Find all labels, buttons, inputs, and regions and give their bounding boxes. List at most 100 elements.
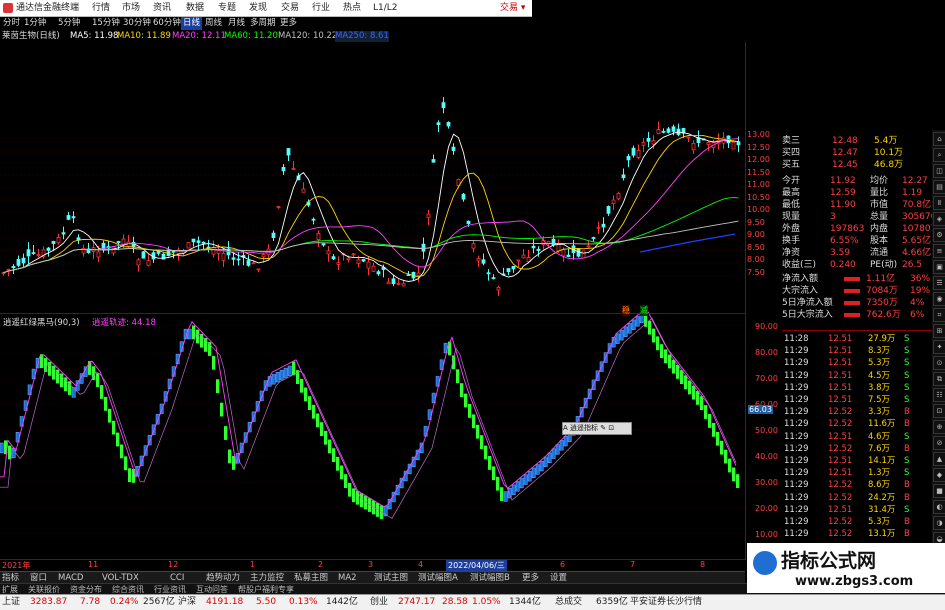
- tick-time: 11:29: [784, 358, 809, 369]
- side-tool-icon[interactable]: ■: [933, 484, 945, 498]
- side-tool-icon[interactable]: Ⅱ: [933, 196, 945, 210]
- menu-item-topics[interactable]: 专题: [218, 0, 236, 16]
- tick-price: 12.51: [828, 334, 853, 344]
- side-tool-icon[interactable]: ☰: [933, 276, 945, 290]
- side-tool-icon[interactable]: ▤: [933, 180, 945, 194]
- menu-item-hotspot[interactable]: 热点: [343, 0, 361, 16]
- side-tool-icon[interactable]: ✦: [933, 340, 945, 354]
- candle-body: [691, 143, 696, 151]
- ma60-line: [3, 197, 739, 274]
- side-tool-icon[interactable]: ⌗: [933, 308, 945, 322]
- period-tick[interactable]: 分时: [3, 17, 20, 30]
- side-tool-icon[interactable]: ⊘: [933, 436, 945, 450]
- candle-body: [261, 254, 266, 258]
- side-tool-icon[interactable]: ⊕: [933, 420, 945, 434]
- side-toolbar: ⌂⌕◫▤Ⅱ◈⚙≡▣☰◉⌗⊞✦⊙⧉☷⊡⊕⊘▲◆■◐◑◒◓◔◕: [932, 130, 945, 594]
- candle-body: [551, 238, 556, 246]
- indicator-bar-falling: [228, 449, 232, 464]
- side-tool-icon[interactable]: ◆: [933, 468, 945, 482]
- candle-body: [386, 281, 391, 285]
- side-tool-icon[interactable]: ⧉: [933, 372, 945, 386]
- period-5min[interactable]: 5分钟: [58, 17, 80, 30]
- menu-item-level[interactable]: L1/L2: [373, 0, 398, 16]
- period-60min[interactable]: 60分钟: [153, 17, 181, 30]
- indicator-popup[interactable]: A 逍遥指标 ✎ ⊡: [562, 422, 632, 435]
- side-tool-icon[interactable]: ◑: [933, 516, 945, 530]
- indicator-bar-falling: [696, 391, 700, 405]
- side-tool-icon[interactable]: ⌂: [933, 132, 945, 146]
- period-multi[interactable]: 多周期: [250, 17, 276, 30]
- period-15min[interactable]: 15分钟: [92, 17, 120, 30]
- menu-item-quotes[interactable]: 行情: [92, 0, 110, 16]
- indicator-bar-rising: [615, 333, 620, 344]
- side-tool-icon[interactable]: ◫: [933, 164, 945, 178]
- ask-label: 买五: [782, 160, 801, 170]
- candle-body: [26, 249, 31, 257]
- period-daily[interactable]: 日线: [181, 17, 203, 30]
- status-item: 0.24%: [110, 597, 139, 607]
- candle-body: [191, 238, 196, 243]
- indicator-bar-falling: [124, 456, 128, 471]
- side-tool-icon[interactable]: ◈: [933, 212, 945, 226]
- indicator-bar-falling: [324, 430, 328, 445]
- side-tool-icon[interactable]: ⊡: [933, 404, 945, 418]
- kline-chart[interactable]: [0, 42, 745, 572]
- stat-value: 4.66亿: [902, 248, 932, 258]
- side-tool-icon[interactable]: ≡: [933, 244, 945, 258]
- period-more[interactable]: 更多: [280, 17, 297, 30]
- stat-value: 5.65亿: [902, 236, 932, 246]
- status-item: 1344亿: [509, 597, 541, 607]
- period-weekly[interactable]: 周线: [205, 17, 222, 30]
- candle-body: [271, 232, 276, 239]
- stat-label: 市值: [870, 200, 889, 210]
- menu-item-trade[interactable]: 交易: [281, 0, 299, 16]
- tick-time: 11:29: [784, 529, 809, 540]
- trade-dropdown[interactable]: 交易 ▾: [500, 0, 525, 16]
- indicator-bar-falling: [216, 379, 220, 394]
- indicator-bar-falling: [456, 369, 460, 384]
- side-tool-icon[interactable]: ⊞: [933, 324, 945, 338]
- side-tool-icon[interactable]: ◐: [933, 500, 945, 514]
- tick-price: 12.51: [828, 358, 853, 369]
- tick-volume: 3.8万: [868, 382, 891, 393]
- period-30min[interactable]: 30分钟: [123, 17, 151, 30]
- period-monthly[interactable]: 月线: [228, 17, 245, 30]
- menu-item-industry[interactable]: 行业: [312, 0, 330, 16]
- tick-time: 11:29: [784, 517, 809, 527]
- indicator-bar-falling: [680, 370, 684, 384]
- indicator-name[interactable]: 逍遥红绿黑马(90,3): [3, 316, 80, 328]
- stat-label: 今开: [782, 176, 801, 186]
- date-axis-label: 1: [250, 560, 256, 569]
- candle-body: [81, 247, 86, 254]
- indicator-bar-rising: [551, 448, 556, 459]
- candle-body: [661, 130, 666, 133]
- side-tool-icon[interactable]: ▲: [933, 452, 945, 466]
- stat-label: 流通: [870, 248, 889, 258]
- tick-price: 12.51: [828, 370, 853, 381]
- flow-value: 1.11亿: [866, 274, 896, 284]
- side-tool-icon[interactable]: ⌕: [933, 148, 945, 162]
- side-tool-icon[interactable]: ◉: [933, 292, 945, 306]
- side-tool-icon[interactable]: ☷: [933, 388, 945, 402]
- period-1min[interactable]: 1分钟: [24, 17, 46, 30]
- candle-body: [446, 122, 451, 127]
- indicator-bar-falling: [96, 373, 100, 387]
- ask-volume: 5.4万: [874, 136, 898, 146]
- menu-item-discover[interactable]: 发现: [249, 0, 267, 16]
- indicator-bar-rising: [543, 456, 548, 468]
- menu-item-market[interactable]: 市场: [122, 0, 140, 16]
- tick-time: 11:29: [784, 395, 809, 405]
- flow-value: 7084万: [866, 286, 898, 296]
- side-tool-icon[interactable]: ⊙: [933, 356, 945, 370]
- stat-value: 6.55%: [830, 236, 859, 246]
- menu-item-news[interactable]: 资讯: [153, 0, 171, 16]
- menu-item-data[interactable]: 数据: [186, 0, 204, 16]
- side-tool-icon[interactable]: ▣: [933, 260, 945, 274]
- tick-price: 12.52: [828, 480, 853, 491]
- status-item: 平安证券长沙行情: [630, 597, 703, 607]
- candle-body: [286, 148, 291, 156]
- side-tool-icon[interactable]: ⚙: [933, 228, 945, 242]
- tick-side: S: [904, 358, 910, 369]
- indicator-bar-falling: [664, 349, 668, 364]
- indicator-bar-falling: [720, 440, 724, 455]
